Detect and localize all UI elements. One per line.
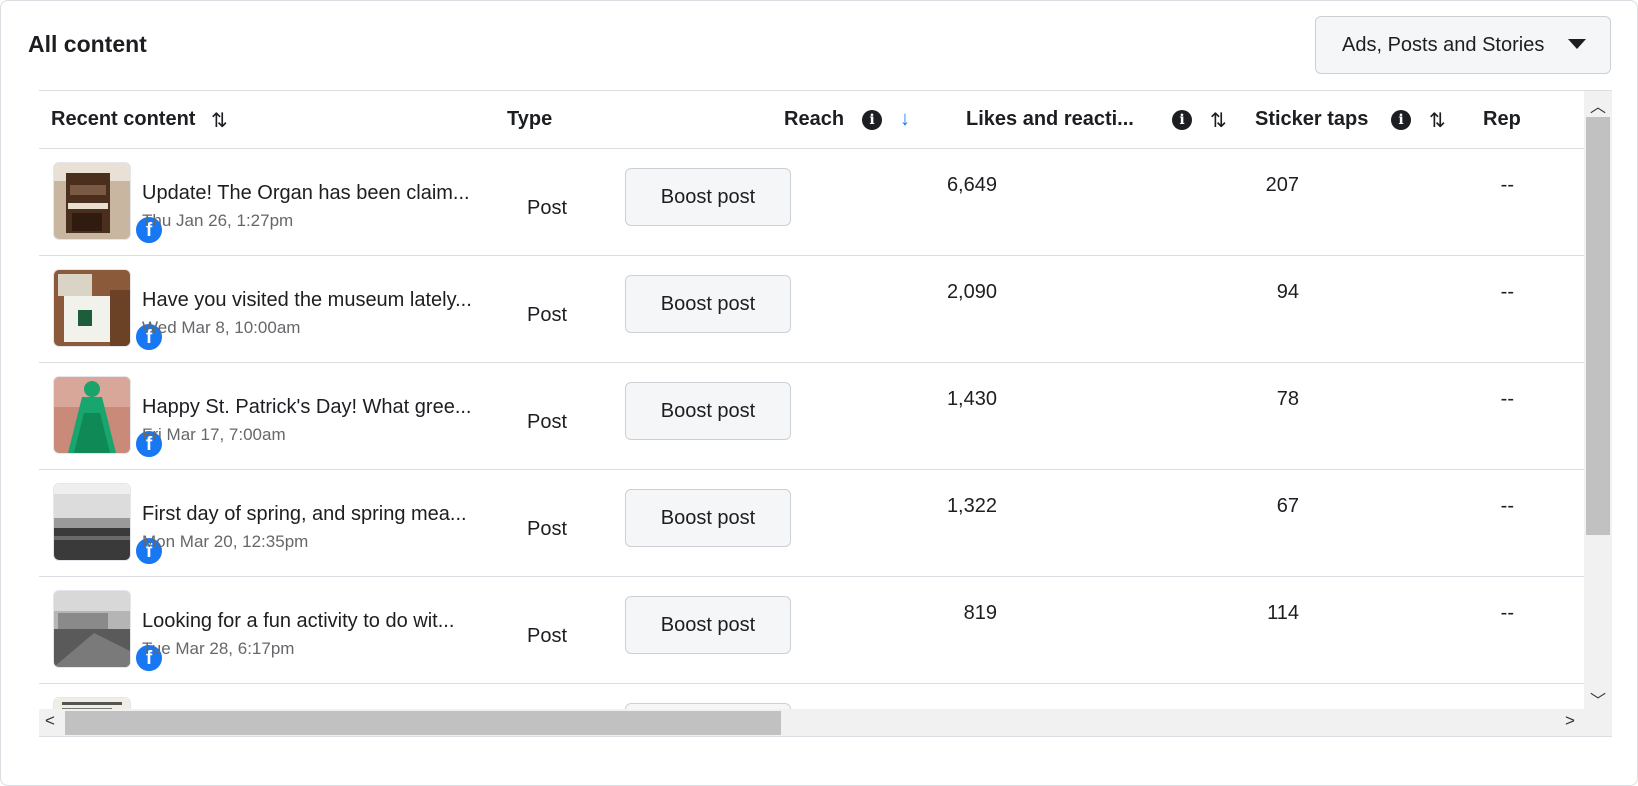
boost-post-button[interactable]: Boost post <box>625 596 791 654</box>
content-table: Recent content ⇅ Type Reach i ↓ Likes an… <box>39 90 1612 737</box>
vertical-scrollbar[interactable]: ︿ ﹀ <box>1584 91 1612 711</box>
organ-photo <box>54 163 130 239</box>
boost-post-button[interactable]: Boost post <box>625 382 791 440</box>
header-likes[interactable]: Likes and reacti... <box>966 108 1134 131</box>
town-photo <box>54 591 130 667</box>
info-icon[interactable]: i <box>862 110 882 130</box>
sticker-taps-value: -- <box>1500 174 1514 196</box>
likes-value: 207 <box>1265 174 1299 196</box>
green-dress-photo <box>54 377 130 453</box>
info-icon[interactable]: i <box>1391 110 1411 130</box>
header-reach[interactable]: Reach <box>784 108 844 131</box>
horizontal-scroll-thumb[interactable] <box>65 711 781 735</box>
boost-post-button[interactable]: Boost post <box>625 489 791 547</box>
table-row[interactable]: f Update! The Organ has been claim... Th… <box>39 149 1584 256</box>
reach-value: 1,322 <box>946 495 997 517</box>
post-date: Tue Mar 28, 6:17pm <box>142 639 295 658</box>
info-icon[interactable]: i <box>1172 110 1192 130</box>
likes-value: 94 <box>1276 281 1299 303</box>
post-title[interactable]: First day of spring, and spring mea... <box>142 503 467 526</box>
header-recent-content[interactable]: Recent content <box>51 108 195 131</box>
sticker-taps-value: -- <box>1500 495 1514 517</box>
page-title: All content <box>28 31 147 57</box>
table-row[interactable]: f First day of spring, and spring mea...… <box>39 470 1584 577</box>
post-date: Thu Jan 26, 1:27pm <box>142 211 294 230</box>
horizontal-scrollbar[interactable]: < > <box>39 709 1612 736</box>
table-row[interactable]: f Looking for a fun activity to do wit..… <box>39 577 1584 684</box>
reach-value: 2,090 <box>946 281 997 303</box>
arrow-down-icon[interactable]: ↓ <box>900 108 910 131</box>
sort-icon[interactable]: ⇅ <box>1429 108 1446 133</box>
caret-down-icon <box>1568 39 1586 49</box>
scroll-up-icon[interactable]: ︿ <box>1590 93 1606 117</box>
scroll-left-icon[interactable]: < <box>45 711 55 731</box>
post-type: Post <box>527 625 568 647</box>
scroll-down-icon[interactable]: ﹀ <box>1590 687 1606 711</box>
header-rep[interactable]: Rep <box>1483 108 1521 131</box>
sticker-taps-value: -- <box>1500 388 1514 410</box>
post-title[interactable]: Happy St. Patrick's Day! What gree... <box>142 396 472 419</box>
all-content-card: All content Ads, Posts and Stories Recen… <box>0 0 1638 786</box>
post-thumbnail[interactable] <box>53 483 131 561</box>
content-type-dropdown[interactable]: Ads, Posts and Stories <box>1315 16 1611 74</box>
reach-value: 6,649 <box>946 174 997 196</box>
post-date: Wed Mar 8, 10:00am <box>142 318 301 337</box>
post-thumbnail[interactable] <box>53 376 131 454</box>
boost-post-button[interactable]: Boost post <box>625 168 791 226</box>
jersey-photo <box>54 270 130 346</box>
table-row[interactable]: f Have you visited the museum lately... … <box>39 256 1584 363</box>
sticker-taps-value: -- <box>1500 281 1514 303</box>
post-thumbnail[interactable] <box>53 162 131 240</box>
post-type: Post <box>527 197 568 219</box>
post-title[interactable]: Looking for a fun activity to do wit... <box>142 610 454 633</box>
header-sticker-taps[interactable]: Sticker taps <box>1255 108 1368 131</box>
post-title[interactable]: Have you visited the museum lately... <box>142 289 472 312</box>
post-type: Post <box>527 411 568 433</box>
likes-value: 114 <box>1267 602 1299 624</box>
likes-value: 67 <box>1276 495 1299 517</box>
table-row[interactable]: f Happy St. Patrick's Day! What gree... … <box>39 363 1584 470</box>
sort-icon[interactable]: ⇅ <box>211 108 228 133</box>
reach-value: 819 <box>963 602 997 624</box>
post-title[interactable]: Update! The Organ has been claim... <box>142 182 470 205</box>
post-thumbnail[interactable] <box>53 590 131 668</box>
landscape-photo <box>54 484 130 560</box>
boost-post-button[interactable]: Boost post <box>625 275 791 333</box>
post-type: Post <box>527 518 568 540</box>
post-date: Fri Mar 17, 7:00am <box>142 425 286 444</box>
post-date: Mon Mar 20, 12:35pm <box>142 532 309 551</box>
table-header: Recent content ⇅ Type Reach i ↓ Likes an… <box>39 91 1584 149</box>
scroll-right-icon[interactable]: > <box>1565 711 1575 731</box>
content-type-dropdown-label: Ads, Posts and Stories <box>1342 33 1545 56</box>
post-thumbnail[interactable] <box>53 269 131 347</box>
post-type: Post <box>527 304 568 326</box>
sticker-taps-value: -- <box>1500 602 1514 624</box>
reach-value: 1,430 <box>946 388 997 410</box>
vertical-scroll-thumb[interactable] <box>1586 117 1610 535</box>
header-type: Type <box>507 108 553 130</box>
sort-icon[interactable]: ⇅ <box>1210 108 1227 133</box>
likes-value: 78 <box>1276 388 1299 410</box>
